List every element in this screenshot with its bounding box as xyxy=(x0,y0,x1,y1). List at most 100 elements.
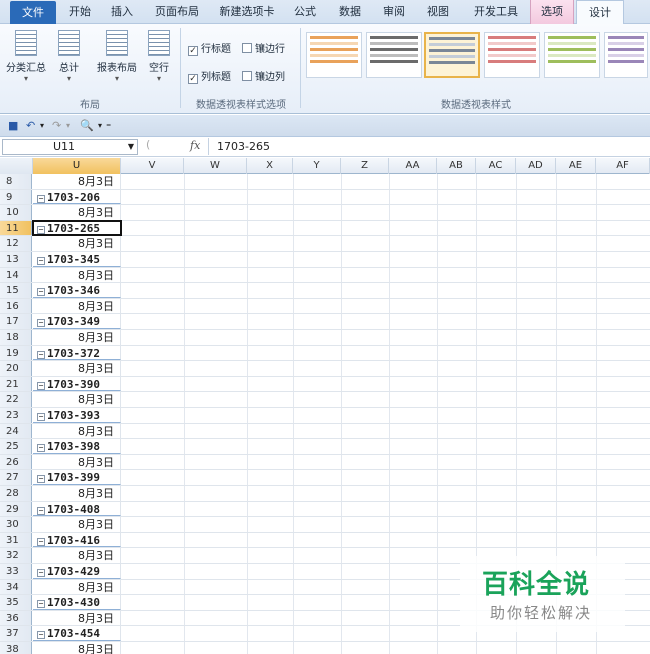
row-headers-checkbox[interactable]: ✓ 行标题 xyxy=(188,40,231,56)
pivot-group-cell[interactable]: −1703-265 xyxy=(32,219,122,237)
collapse-minus-icon[interactable]: − xyxy=(37,319,45,328)
tab-home[interactable]: 开始 xyxy=(60,0,100,24)
pivot-style-selected[interactable] xyxy=(424,32,480,78)
blank-rows-button[interactable]: 空行 ▾ xyxy=(144,30,174,83)
collapse-minus-icon[interactable]: − xyxy=(37,569,45,577)
redo-icon[interactable]: ↷ xyxy=(52,119,61,132)
row-header[interactable]: 17 xyxy=(0,314,32,329)
row-header[interactable]: 27 xyxy=(0,470,32,485)
tab-data[interactable]: 数据 xyxy=(332,0,368,24)
pivot-date-cell[interactable]: 8月3日 xyxy=(33,174,121,189)
row-header[interactable]: 20 xyxy=(0,361,32,376)
tab-file[interactable]: 文件 xyxy=(10,1,56,24)
row-header[interactable]: 21 xyxy=(0,376,32,392)
collapse-minus-icon[interactable]: − xyxy=(37,631,45,640)
pivot-date-cell[interactable]: 8月3日 xyxy=(33,423,121,439)
row-header[interactable]: 24 xyxy=(0,423,32,439)
row-header[interactable]: 22 xyxy=(0,392,32,407)
row-header[interactable]: 28 xyxy=(0,486,32,501)
pivot-group-cell[interactable]: −1703-399 xyxy=(33,470,121,485)
pivot-date-cell[interactable]: 8月3日 xyxy=(33,486,121,501)
column-header-y[interactable]: Y xyxy=(293,158,341,174)
pivot-group-cell[interactable]: −1703-345 xyxy=(33,252,121,267)
pivot-date-cell[interactable]: 8月3日 xyxy=(33,579,121,595)
pivot-date-cell[interactable]: 8月3日 xyxy=(33,454,121,470)
column-header-v[interactable]: V xyxy=(121,158,184,174)
fx-icon[interactable]: fx xyxy=(190,139,200,152)
row-header[interactable]: 13 xyxy=(0,252,32,267)
chevron-down-icon[interactable]: ▾ xyxy=(98,121,102,130)
column-header-ad[interactable]: AD xyxy=(516,158,556,174)
collapse-minus-icon[interactable]: − xyxy=(37,288,45,297)
tab-new-tab[interactable]: 新建选项卡 xyxy=(212,0,282,24)
select-all-corner[interactable] xyxy=(0,158,33,174)
row-header[interactable]: 38 xyxy=(0,642,32,654)
row-header[interactable]: 15 xyxy=(0,283,32,298)
tab-view[interactable]: 视图 xyxy=(420,0,456,24)
column-header-ac[interactable]: AC xyxy=(476,158,516,174)
pivot-group-cell[interactable]: −1703-408 xyxy=(33,501,121,517)
pivot-group-cell[interactable]: −1703-393 xyxy=(33,408,121,423)
column-headers-checkbox[interactable]: ✓ 列标题 xyxy=(188,68,231,84)
pivot-date-cell[interactable]: 8月3日 xyxy=(33,267,121,283)
row-header[interactable]: 18 xyxy=(0,330,32,345)
collapse-minus-icon[interactable]: − xyxy=(37,506,45,515)
row-header[interactable]: 34 xyxy=(0,579,32,595)
row-header[interactable]: 32 xyxy=(0,548,32,563)
pivot-date-cell[interactable]: 8月3日 xyxy=(33,548,121,563)
row-header[interactable]: 11 xyxy=(0,220,32,236)
pivot-date-cell[interactable]: 8月3日 xyxy=(33,361,121,376)
pivot-group-cell[interactable]: −1703-430 xyxy=(33,595,121,610)
pivot-style-green[interactable] xyxy=(544,32,600,78)
pivot-date-cell[interactable]: 8月3日 xyxy=(33,642,121,654)
row-header[interactable]: 37 xyxy=(0,626,32,641)
pivot-group-cell[interactable]: −1703-390 xyxy=(33,376,121,392)
column-header-ab[interactable]: AB xyxy=(437,158,476,174)
tab-design[interactable]: 设计 xyxy=(576,0,624,25)
column-header-af[interactable]: AF xyxy=(596,158,650,174)
collapse-minus-icon[interactable]: − xyxy=(37,381,45,390)
pivot-style-orange[interactable] xyxy=(306,32,362,78)
row-header[interactable]: 30 xyxy=(0,517,32,532)
tab-review[interactable]: 审阅 xyxy=(376,0,412,24)
pivot-date-cell[interactable]: 8月3日 xyxy=(33,610,121,626)
pivot-group-cell[interactable]: −1703-398 xyxy=(33,439,121,454)
pivot-date-cell[interactable]: 8月3日 xyxy=(33,298,121,314)
column-header-ae[interactable]: AE xyxy=(556,158,596,174)
row-header[interactable]: 26 xyxy=(0,454,32,470)
print-preview-icon[interactable]: 🔍 xyxy=(80,119,94,132)
collapse-minus-icon[interactable]: − xyxy=(37,225,45,234)
banded-columns-checkbox[interactable]: 镶边列 xyxy=(242,68,285,83)
collapse-minus-icon[interactable]: − xyxy=(37,537,45,546)
undo-icon[interactable]: ↶ xyxy=(26,119,35,132)
pivot-group-cell[interactable]: −1703-372 xyxy=(33,345,121,361)
collapse-minus-icon[interactable]: − xyxy=(37,257,45,265)
pivot-style-purple[interactable] xyxy=(604,32,648,78)
tab-insert[interactable]: 插入 xyxy=(102,0,142,24)
pivot-group-cell[interactable]: −1703-454 xyxy=(33,626,121,641)
chevron-down-icon[interactable]: ▾ xyxy=(66,121,70,130)
tab-options[interactable]: 选项 xyxy=(530,0,574,24)
row-header[interactable]: 31 xyxy=(0,532,32,548)
row-header[interactable]: 25 xyxy=(0,439,32,454)
collapse-minus-icon[interactable]: − xyxy=(37,413,45,421)
tab-page-layout[interactable]: 页面布局 xyxy=(148,0,206,24)
chevron-down-icon[interactable]: ▼ xyxy=(128,140,134,154)
save-icon[interactable]: ■ xyxy=(8,119,18,132)
row-header[interactable]: 10 xyxy=(0,205,32,220)
grand-totals-button[interactable]: 总计 ▾ xyxy=(52,30,86,83)
pivot-date-cell[interactable]: 8月3日 xyxy=(33,236,121,251)
pivot-date-cell[interactable]: 8月3日 xyxy=(33,517,121,532)
chevron-down-icon[interactable]: ▾ xyxy=(40,121,44,130)
row-header[interactable]: 8 xyxy=(0,174,32,189)
collapse-minus-icon[interactable]: − xyxy=(37,600,45,609)
pivot-group-cell[interactable]: −1703-416 xyxy=(33,532,121,548)
tab-formulas[interactable]: 公式 xyxy=(288,0,322,24)
collapse-minus-icon[interactable]: − xyxy=(37,444,45,453)
column-header-w[interactable]: W xyxy=(184,158,247,174)
banded-rows-checkbox[interactable]: 镶边行 xyxy=(242,40,285,55)
collapse-minus-icon[interactable]: − xyxy=(37,350,45,359)
row-header[interactable]: 36 xyxy=(0,610,32,626)
pivot-group-cell[interactable]: −1703-349 xyxy=(33,314,121,329)
pivot-group-cell[interactable]: −1703-206 xyxy=(33,189,121,205)
